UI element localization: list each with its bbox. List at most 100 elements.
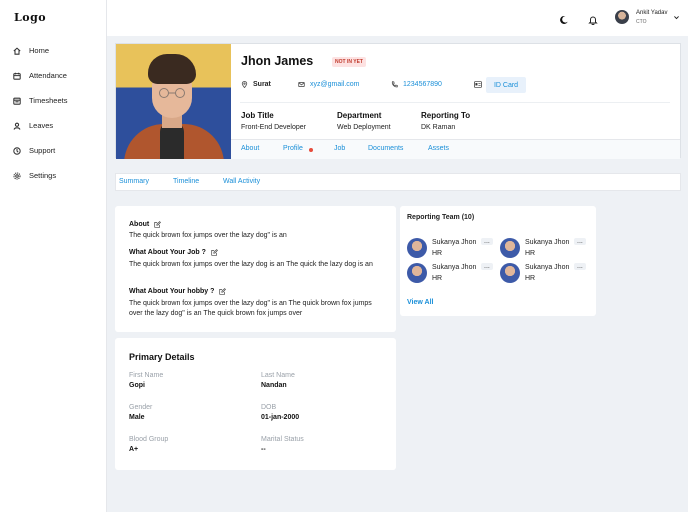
sidebar-item-label: Timesheets [29, 96, 68, 105]
tab-assets[interactable]: Assets [428, 145, 449, 152]
field-label: Last Name [261, 372, 295, 379]
member-role: HR [525, 275, 536, 282]
profile-phone[interactable]: 1234567890 [391, 81, 442, 88]
field-label: DOB [261, 404, 277, 411]
mail-icon [298, 81, 305, 88]
tab-documents[interactable]: Documents [368, 145, 403, 152]
field-label: Marital Status [261, 436, 304, 443]
more-button[interactable]: ... [574, 263, 586, 270]
section-heading: What About Your Job ? [129, 249, 206, 256]
more-button[interactable]: ... [481, 263, 493, 270]
meta-label: Reporting To [421, 111, 471, 120]
phone-text[interactable]: 1234567890 [403, 81, 442, 88]
member-role: HR [525, 250, 536, 257]
primary-details-card: Primary Details First Name Gopi Last Nam… [115, 338, 396, 470]
job-title-field: Job Title Front-End Developer [241, 111, 306, 131]
sidebar-item-label: Attendance [29, 71, 67, 80]
team-member[interactable]: Sukanya Jhon HR ... [407, 262, 497, 284]
tab-wall-activity[interactable]: Wall Activity [223, 178, 260, 185]
profile-email[interactable]: xyz@gmail.com [298, 81, 360, 88]
meta-value: Front-End Developer [241, 124, 306, 131]
sidebar-item-support[interactable]: Support [0, 138, 107, 163]
sidebar-item-label: Leaves [29, 121, 54, 130]
member-role: HR [432, 250, 443, 257]
section-text: The quick brown fox jumps over the lazy … [129, 261, 373, 268]
member-role: HR [432, 275, 443, 282]
sidebar-item-timesheets[interactable]: Timesheets [0, 88, 107, 113]
notification-dot [309, 148, 313, 152]
avatar[interactable] [615, 10, 629, 24]
team-member[interactable]: Sukanya Jhon HR ... [500, 262, 590, 284]
profile-name: Jhon James [241, 54, 314, 68]
user-icon [13, 122, 21, 130]
field-label: Gender [129, 404, 153, 411]
calendar-icon [13, 72, 21, 80]
bell-icon [588, 16, 598, 26]
sidebar-item-attendance[interactable]: Attendance [0, 63, 107, 88]
edit-icon[interactable] [211, 249, 218, 256]
field-value: Male [129, 414, 145, 421]
field-value: -- [261, 446, 266, 453]
meta-label: Department [337, 111, 382, 120]
profile-tabs: About Profile Job Documents Assets [231, 139, 680, 159]
moon-icon [560, 15, 568, 24]
field-value: Gopi [129, 382, 145, 389]
sidebar-item-home[interactable]: Home [0, 38, 107, 63]
profile-location: Surat [241, 81, 271, 88]
sub-tabs: Summary Timeline Wall Activity [115, 173, 681, 191]
sidebar-item-label: Support [29, 146, 56, 155]
timesheet-icon [13, 97, 21, 105]
section-text: The quick brown fox jumps over the lazy … [129, 232, 287, 239]
tab-profile[interactable]: Profile [283, 145, 303, 152]
meta-label: Job Title [241, 111, 274, 120]
sidebar-item-leaves[interactable]: Leaves [0, 113, 107, 138]
user-name[interactable]: Ankit Yadav [636, 10, 667, 16]
location-pin-icon [241, 81, 248, 88]
field-value: A+ [129, 446, 139, 453]
team-member[interactable]: Sukanya Jhon HR ... [407, 237, 497, 259]
id-card-button[interactable]: ID Card [486, 77, 526, 93]
tab-summary[interactable]: Summary [119, 178, 149, 185]
notifications-button[interactable] [588, 12, 598, 26]
team-title: Reporting Team (10) [407, 214, 475, 221]
member-name: Sukanya Jhon [432, 264, 477, 271]
topbar: Ankit Yadav CTO [107, 0, 688, 36]
details-title: Primary Details [129, 352, 195, 362]
avatar [500, 238, 520, 258]
field-label: Blood Group [129, 436, 169, 443]
view-all-link[interactable]: View All [407, 299, 433, 306]
home-icon [13, 47, 21, 55]
hobby-heading: What About Your hobby ? [129, 288, 227, 295]
tab-timeline[interactable]: Timeline [173, 178, 199, 185]
meta-value: Web Deployment [337, 124, 391, 131]
profile-card: Jhon James NOT IN YET Surat xyz@gmail.co… [115, 43, 681, 159]
edit-icon[interactable] [154, 221, 162, 228]
logo[interactable]: Logo [14, 11, 46, 24]
reporting-to-field: Reporting To DK Raman [421, 111, 470, 131]
user-role: CTO [636, 19, 647, 25]
sidebar: Logo Home Attendance Timesheets Leaves S… [0, 0, 107, 512]
status-badge: NOT IN YET [332, 57, 366, 67]
id-card-icon [474, 81, 482, 88]
email-text[interactable]: xyz@gmail.com [310, 81, 360, 88]
more-button[interactable]: ... [574, 238, 586, 245]
reporting-team-card: Reporting Team (10) Sukanya Jhon HR ... … [400, 206, 596, 316]
sidebar-item-settings[interactable]: Settings [0, 163, 107, 188]
member-name: Sukanya Jhon [525, 239, 570, 246]
meta-value: DK Raman [421, 124, 456, 131]
more-button[interactable]: ... [481, 238, 493, 245]
section-heading: What About Your hobby ? [129, 288, 215, 295]
edit-icon[interactable] [219, 288, 227, 295]
department-field: Department Web Deployment [337, 111, 391, 131]
field-label: First Name [129, 372, 164, 379]
about-heading: About [129, 221, 162, 228]
member-name: Sukanya Jhon [432, 239, 477, 246]
sidebar-item-label: Home [29, 46, 50, 55]
dark-mode-toggle[interactable] [559, 12, 569, 24]
chevron-down-icon[interactable] [673, 14, 680, 21]
tab-job[interactable]: Job [334, 145, 345, 152]
team-member[interactable]: Sukanya Jhon HR ... [500, 237, 590, 259]
member-name: Sukanya Jhon [525, 264, 570, 271]
tab-about[interactable]: About [241, 145, 259, 152]
section-text: The quick brown fox jumps over the lazy … [129, 300, 372, 317]
